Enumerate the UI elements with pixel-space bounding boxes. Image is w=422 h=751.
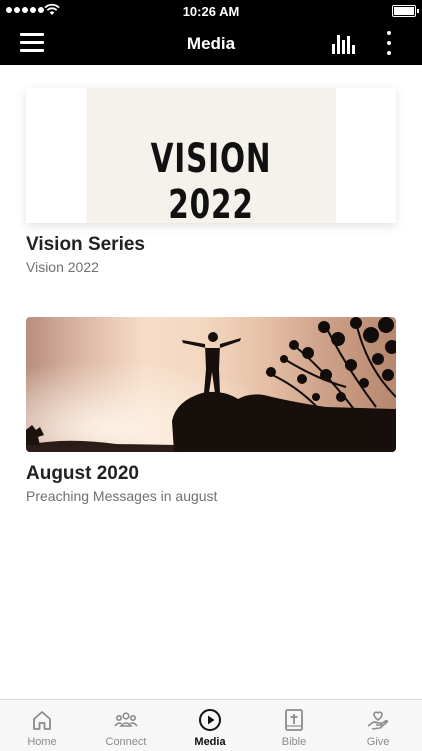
- tab-label: Home: [27, 736, 57, 748]
- media-card-august-2020[interactable]: August 2020 Preaching Messages in august: [26, 317, 396, 505]
- media-card-vision-series[interactable]: VISION 2022 Vision Series Vision 2022: [26, 88, 396, 276]
- bible-cross-icon: [285, 709, 303, 731]
- home-icon: [33, 711, 51, 730]
- august-2020-image: [26, 317, 396, 452]
- tab-home[interactable]: Home: [0, 700, 84, 751]
- tab-give[interactable]: Give: [336, 700, 420, 751]
- vertical-ellipsis-icon[interactable]: [384, 31, 394, 57]
- tab-media[interactable]: Media: [168, 700, 252, 751]
- media-card-title: Vision Series: [26, 234, 145, 255]
- page-title: Media: [186, 34, 236, 53]
- vision-image-text: VISION 2022: [150, 136, 272, 223]
- tab-label: Give: [366, 736, 390, 748]
- tab-bible[interactable]: Bible: [252, 700, 336, 751]
- hamburger-menu-icon[interactable]: [20, 33, 44, 53]
- nav-bar: Media: [0, 22, 422, 65]
- tab-label: Connect: [105, 736, 147, 748]
- tab-connect[interactable]: Connect: [84, 700, 168, 751]
- tab-label: Bible: [281, 736, 307, 748]
- media-card-title: August 2020: [26, 463, 139, 484]
- vision-series-image: VISION 2022: [26, 88, 396, 223]
- media-card-subtitle: Preaching Messages in august: [26, 488, 218, 504]
- status-time: 10:26 AM: [182, 4, 240, 19]
- media-card-subtitle: Vision 2022: [26, 259, 99, 275]
- heart-hand-icon: [367, 711, 389, 730]
- play-circle-icon: [199, 709, 221, 731]
- people-group-icon: [114, 712, 138, 727]
- tab-label: Media: [194, 736, 226, 748]
- bottom-tab-bar: Home Connect Media Bible Give: [0, 699, 422, 751]
- battery-icon: [392, 5, 419, 17]
- status-bar: 10:26 AM: [0, 0, 422, 22]
- audio-bars-icon[interactable]: [332, 34, 358, 54]
